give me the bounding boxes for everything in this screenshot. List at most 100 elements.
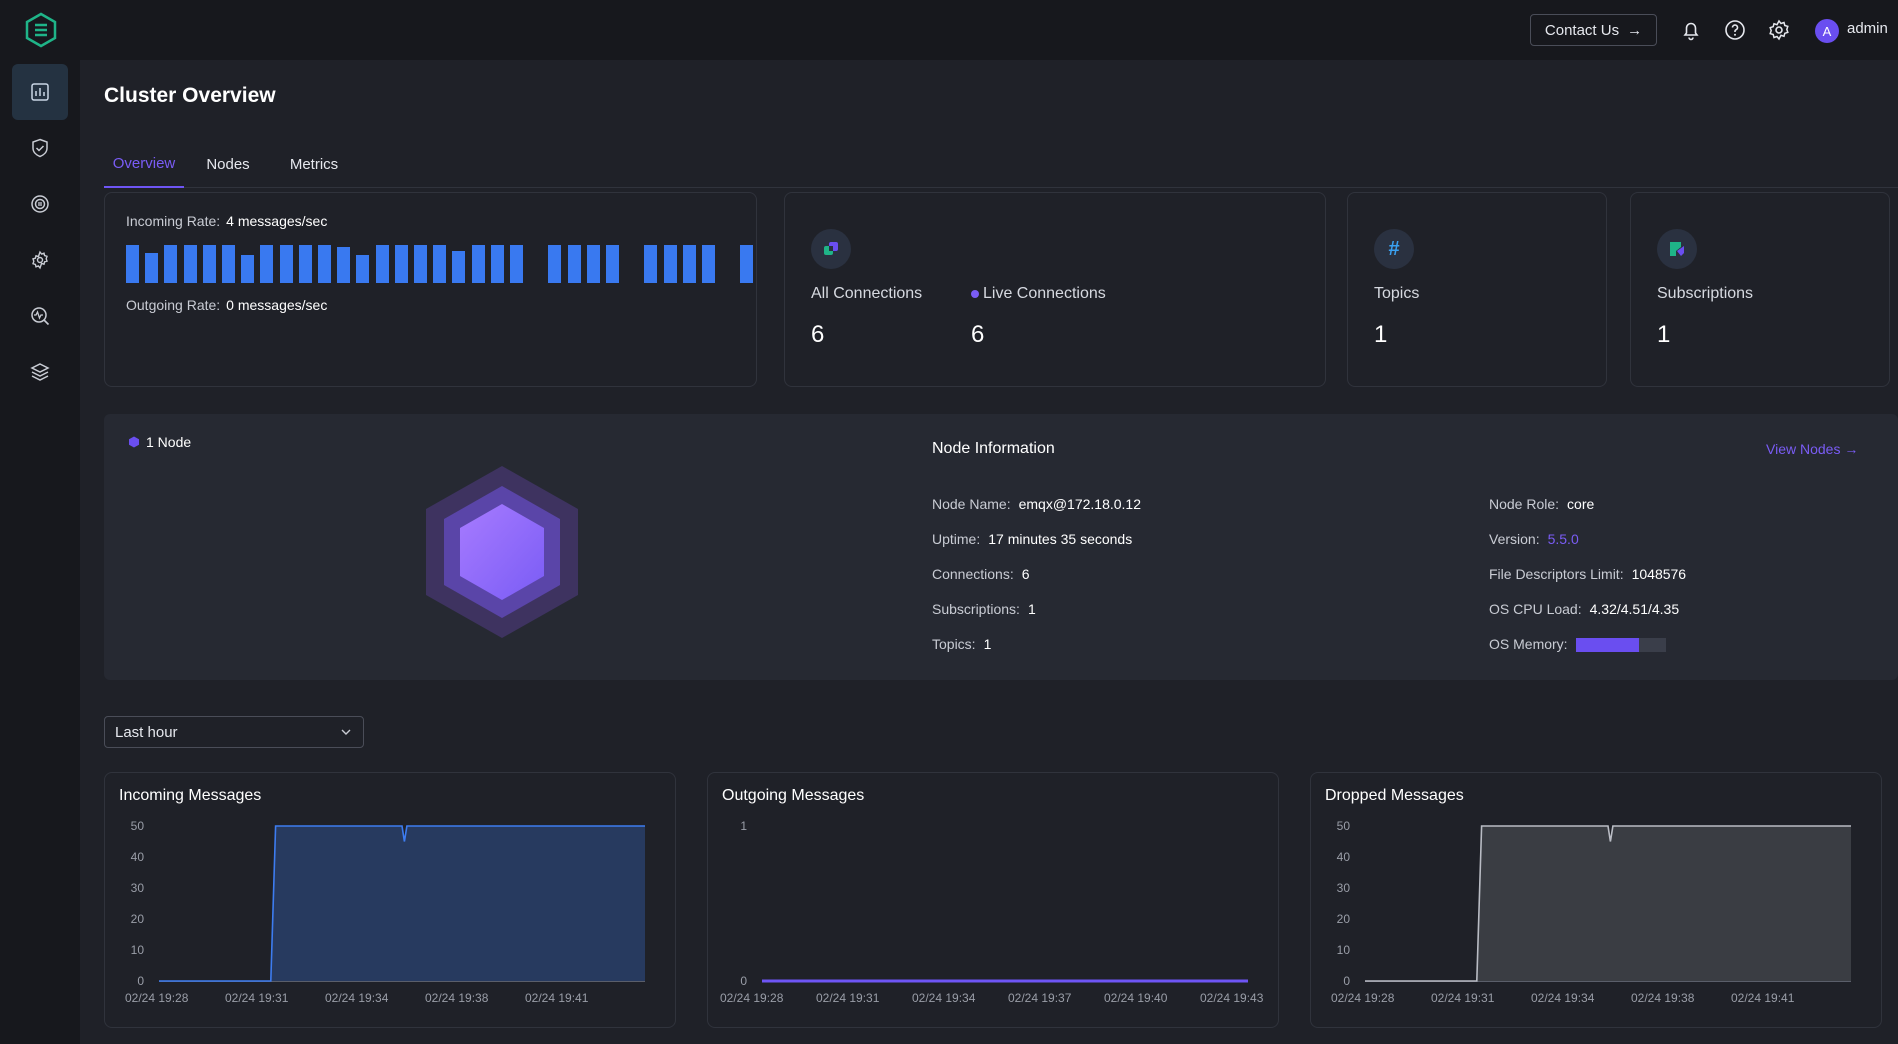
rate-bar xyxy=(567,245,581,283)
tab-overview[interactable]: Overview xyxy=(104,140,184,188)
settings-icon[interactable] xyxy=(1767,18,1791,42)
rate-bar xyxy=(682,245,696,283)
rate-bar xyxy=(490,245,504,283)
y-tick-label: 0 xyxy=(740,974,747,988)
os-memory-row: OS Memory: xyxy=(1489,636,1666,653)
subscriptions-icon xyxy=(1657,229,1697,269)
y-tick-label: 30 xyxy=(1337,881,1351,895)
page-title: Cluster Overview xyxy=(104,84,276,107)
node-info-title: Node Information xyxy=(932,440,1055,457)
rate-bar xyxy=(222,245,235,283)
x-tick-label: 02/24 19:28 xyxy=(1331,991,1395,1005)
management-icon xyxy=(32,250,48,270)
contact-us-button[interactable]: Contact Us → xyxy=(1530,14,1657,46)
node-subscriptions-label: Subscriptions: xyxy=(932,601,1020,617)
incoming-rate-label: Incoming Rate: xyxy=(126,213,221,229)
sidebar-item-extensions[interactable] xyxy=(12,344,68,400)
incoming-messages-chart: Incoming Messages 0 10 20 30 40 50 02/24 19:28… xyxy=(104,772,676,1028)
view-nodes-label: View Nodes xyxy=(1766,441,1841,457)
all-connections-value: 6 xyxy=(811,321,825,348)
x-tick-label: 02/24 19:41 xyxy=(525,991,589,1005)
y-tick-label: 40 xyxy=(131,850,145,864)
node-role-row: Node Role: core xyxy=(1489,496,1594,512)
main-content: Cluster Overview Overview Nodes Metrics … xyxy=(80,60,1898,1044)
rate-bar xyxy=(471,245,485,283)
y-tick-label: 20 xyxy=(131,912,145,926)
node-hexagon-graphic[interactable] xyxy=(424,464,580,640)
rate-bar xyxy=(606,245,619,283)
outgoing-messages-plot[interactable]: 0 1 02/24 19:28 02/24 19:31 02/24 19:34 02/24… xyxy=(708,773,1279,1028)
sidebar-item-access-control[interactable] xyxy=(12,120,68,176)
tab-nodes[interactable]: Nodes xyxy=(190,140,266,188)
x-tick-label: 02/24 19:41 xyxy=(1731,991,1795,1005)
user-name[interactable]: admin xyxy=(1847,20,1888,37)
node-role-label: Node Role: xyxy=(1489,496,1560,512)
connections-icon xyxy=(811,229,851,269)
rate-bar xyxy=(279,245,293,283)
avatar[interactable]: A xyxy=(1815,19,1839,43)
sidebar-item-diagnose[interactable] xyxy=(12,288,68,344)
hash-icon: # xyxy=(1374,229,1414,269)
node-topics-label: Topics: xyxy=(932,636,976,652)
shield-icon xyxy=(32,138,48,158)
help-icon[interactable] xyxy=(1723,18,1747,42)
outgoing-rate-label: Outgoing Rate: xyxy=(126,297,221,313)
subscriptions-value: 1 xyxy=(1657,321,1671,348)
cpu-load-label: OS CPU Load: xyxy=(1489,601,1582,617)
rate-bar xyxy=(260,245,274,283)
fd-limit-label: File Descriptors Limit: xyxy=(1489,566,1624,582)
node-name-value: emqx@172.18.0.12 xyxy=(1018,496,1141,512)
rate-bar xyxy=(183,245,197,283)
top-bar: Contact Us → A admin xyxy=(0,0,1898,60)
series-area xyxy=(159,826,645,981)
node-panel: 1 Node Node Information View Nodes → Nod… xyxy=(104,414,1898,680)
os-memory-bar xyxy=(1575,638,1666,653)
cpu-load-row: OS CPU Load: 4.32/4.51/4.35 xyxy=(1489,601,1679,617)
sidebar xyxy=(0,60,80,1044)
node-name-row: Node Name: emqx@172.18.0.12 xyxy=(932,496,1141,512)
x-tick-label: 02/24 19:40 xyxy=(1104,991,1168,1005)
dropped-messages-plot[interactable]: 0 10 20 30 40 50 02/24 19:28 02/24 19:31 02/24 1… xyxy=(1311,773,1882,1028)
node-subscriptions-row: Subscriptions: 1 xyxy=(932,601,1036,617)
uptime-row: Uptime: 17 minutes 35 seconds xyxy=(932,531,1132,547)
sidebar-item-management[interactable] xyxy=(12,232,68,288)
y-tick-label: 40 xyxy=(1337,850,1351,864)
rate-bar xyxy=(202,245,216,283)
dashboard-icon xyxy=(31,83,49,101)
rate-bar xyxy=(298,245,312,283)
y-tick-label: 10 xyxy=(1337,943,1351,957)
node-subscriptions-value: 1 xyxy=(1027,601,1036,617)
live-connections-value: 6 xyxy=(971,321,985,348)
x-tick-label: 02/24 19:31 xyxy=(225,991,289,1005)
y-tick-label: 0 xyxy=(137,974,144,988)
version-value[interactable]: 5.5.0 xyxy=(1548,531,1579,547)
connections-card: All Connections 6 Live Connections 6 xyxy=(784,192,1326,387)
rate-bar xyxy=(394,245,408,283)
view-nodes-link[interactable]: View Nodes → xyxy=(1766,441,1858,457)
time-range-select[interactable]: Last hour xyxy=(104,716,364,748)
topics-card: # Topics 1 xyxy=(1347,192,1607,387)
x-tick-label: 02/24 19:28 xyxy=(720,991,784,1005)
incoming-messages-plot[interactable]: 0 10 20 30 40 50 02/24 19:28 02/24 19:31 02/24 1… xyxy=(105,773,676,1028)
outgoing-rate-value: 0 messages/sec xyxy=(226,297,328,313)
live-status-dot xyxy=(971,289,979,298)
subscriptions-card: Subscriptions 1 xyxy=(1630,192,1890,387)
topics-label: Topics xyxy=(1374,285,1420,302)
tab-metrics[interactable]: Metrics xyxy=(270,140,358,188)
live-connections: Live Connections xyxy=(971,285,1106,303)
node-count-label: 1 Node xyxy=(146,434,192,450)
uptime-label: Uptime: xyxy=(932,531,981,547)
bell-icon[interactable] xyxy=(1679,18,1703,42)
node-topics-row: Topics: 1 xyxy=(932,636,991,652)
sidebar-item-dashboard[interactable] xyxy=(12,64,68,120)
arrow-right-icon: → xyxy=(1844,441,1859,457)
rate-bar xyxy=(586,245,600,283)
emqx-logo[interactable] xyxy=(22,11,60,49)
node-count: 1 Node xyxy=(128,434,191,450)
os-memory-label: OS Memory: xyxy=(1489,636,1568,652)
rate-bar xyxy=(740,245,754,283)
series-area xyxy=(1365,826,1851,981)
sidebar-item-integration[interactable] xyxy=(12,176,68,232)
integration-icon xyxy=(31,195,49,213)
x-tick-label: 02/24 19:38 xyxy=(425,991,489,1005)
